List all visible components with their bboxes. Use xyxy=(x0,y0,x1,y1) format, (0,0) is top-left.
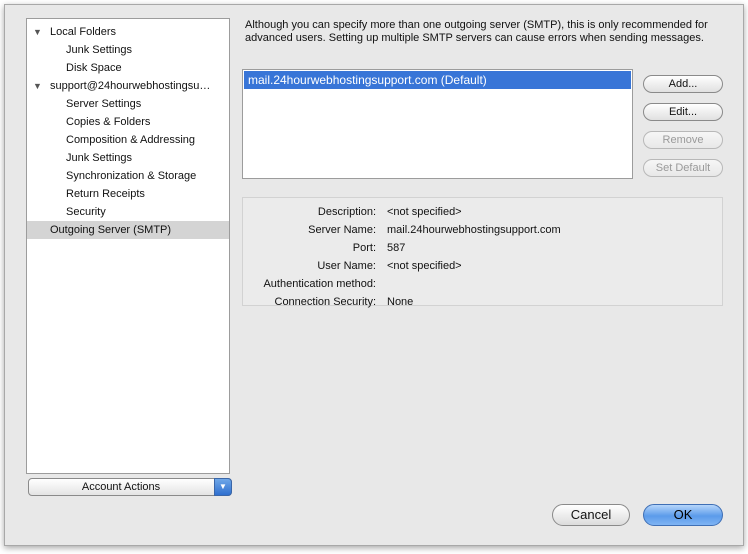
detail-label: Port: xyxy=(352,242,376,254)
disclosure-triangle-icon[interactable]: ▼ xyxy=(33,77,43,95)
detail-value: mail.24hourwebhostingsupport.com xyxy=(387,224,561,236)
tree-item-local-folders[interactable]: ▼ Local Folders xyxy=(27,23,229,41)
smtp-server-list[interactable]: mail.24hourwebhostingsupport.com (Defaul… xyxy=(242,69,633,179)
tree-item-outgoing-server[interactable]: Outgoing Server (SMTP) xyxy=(27,221,229,239)
tree-item-composition-addressing[interactable]: Composition & Addressing xyxy=(27,131,229,149)
detail-value: None xyxy=(387,296,414,308)
tree-item-junk-settings[interactable]: Junk Settings xyxy=(27,41,229,59)
account-settings-window: ▼ Local Folders Junk Settings Disk Space… xyxy=(4,4,744,546)
account-actions-popup[interactable]: Account Actions ▼ xyxy=(28,478,232,496)
tree-item-security[interactable]: Security xyxy=(27,203,229,221)
account-actions-label: Account Actions xyxy=(81,481,161,493)
set-default-button[interactable]: Set Default xyxy=(643,159,723,177)
disclosure-triangle-icon[interactable]: ▼ xyxy=(33,23,43,41)
detail-label: Server Name: xyxy=(308,224,376,236)
detail-row-port: Port: 587 xyxy=(243,239,722,257)
smtp-server-row[interactable]: mail.24hourwebhostingsupport.com (Defaul… xyxy=(244,71,631,89)
tree-item-label: Junk Settings xyxy=(66,44,133,56)
tree-item-label: Local Folders xyxy=(50,26,117,38)
detail-row-description: Description: <not specified> xyxy=(243,203,722,221)
detail-label: Authentication method: xyxy=(263,278,376,290)
tree-item-label: Composition & Addressing xyxy=(66,134,196,146)
tree-item-label: Disk Space xyxy=(66,62,122,74)
tree-item-sync-storage[interactable]: Synchronization & Storage xyxy=(27,167,229,185)
add-button[interactable]: Add... xyxy=(643,75,723,93)
detail-row-user-name: User Name: <not specified> xyxy=(243,257,722,275)
detail-value: 587 xyxy=(387,242,406,254)
tree-item-label: Server Settings xyxy=(66,98,142,110)
smtp-details-panel: Description: <not specified> Server Name… xyxy=(242,197,723,308)
tree-item-server-settings[interactable]: Server Settings xyxy=(27,95,229,113)
detail-value: <not specified> xyxy=(387,206,462,218)
detail-label: User Name: xyxy=(317,260,376,272)
tree-item-label: Copies & Folders xyxy=(66,116,151,128)
detail-row-authentication: Authentication method: xyxy=(243,275,722,293)
detail-row-server-name: Server Name: mail.24hourwebhostingsuppor… xyxy=(243,221,722,239)
chevron-down-icon[interactable]: ▼ xyxy=(214,478,232,496)
tree-item-label: Outgoing Server (SMTP) xyxy=(50,224,172,236)
tree-item-label: Security xyxy=(66,206,106,218)
detail-label: Connection Security: xyxy=(274,296,377,308)
tree-item-disk-space[interactable]: Disk Space xyxy=(27,59,229,77)
tree-item-support-account[interactable]: ▼ support@24hourwebhostingsu… xyxy=(27,77,229,95)
cancel-button[interactable]: Cancel xyxy=(552,504,630,526)
detail-label: Description: xyxy=(317,206,376,218)
ok-button[interactable]: OK xyxy=(643,504,723,526)
edit-button[interactable]: Edit... xyxy=(643,103,723,121)
tree-item-label: Synchronization & Storage xyxy=(66,170,197,182)
detail-row-connection-security: Connection Security: None xyxy=(243,293,722,311)
tree-item-label: Junk Settings xyxy=(66,152,133,164)
detail-value: <not specified> xyxy=(387,260,462,272)
tree-item-copies-folders[interactable]: Copies & Folders xyxy=(27,113,229,131)
tree-item-label: Return Receipts xyxy=(66,188,145,200)
account-tree[interactable]: ▼ Local Folders Junk Settings Disk Space… xyxy=(26,18,230,474)
remove-button[interactable]: Remove xyxy=(643,131,723,149)
smtp-description: Although you can specify more than one o… xyxy=(245,19,708,44)
tree-item-junk-settings-2[interactable]: Junk Settings xyxy=(27,149,229,167)
tree-item-return-receipts[interactable]: Return Receipts xyxy=(27,185,229,203)
tree-item-label: support@24hourwebhostingsu… xyxy=(50,80,211,92)
